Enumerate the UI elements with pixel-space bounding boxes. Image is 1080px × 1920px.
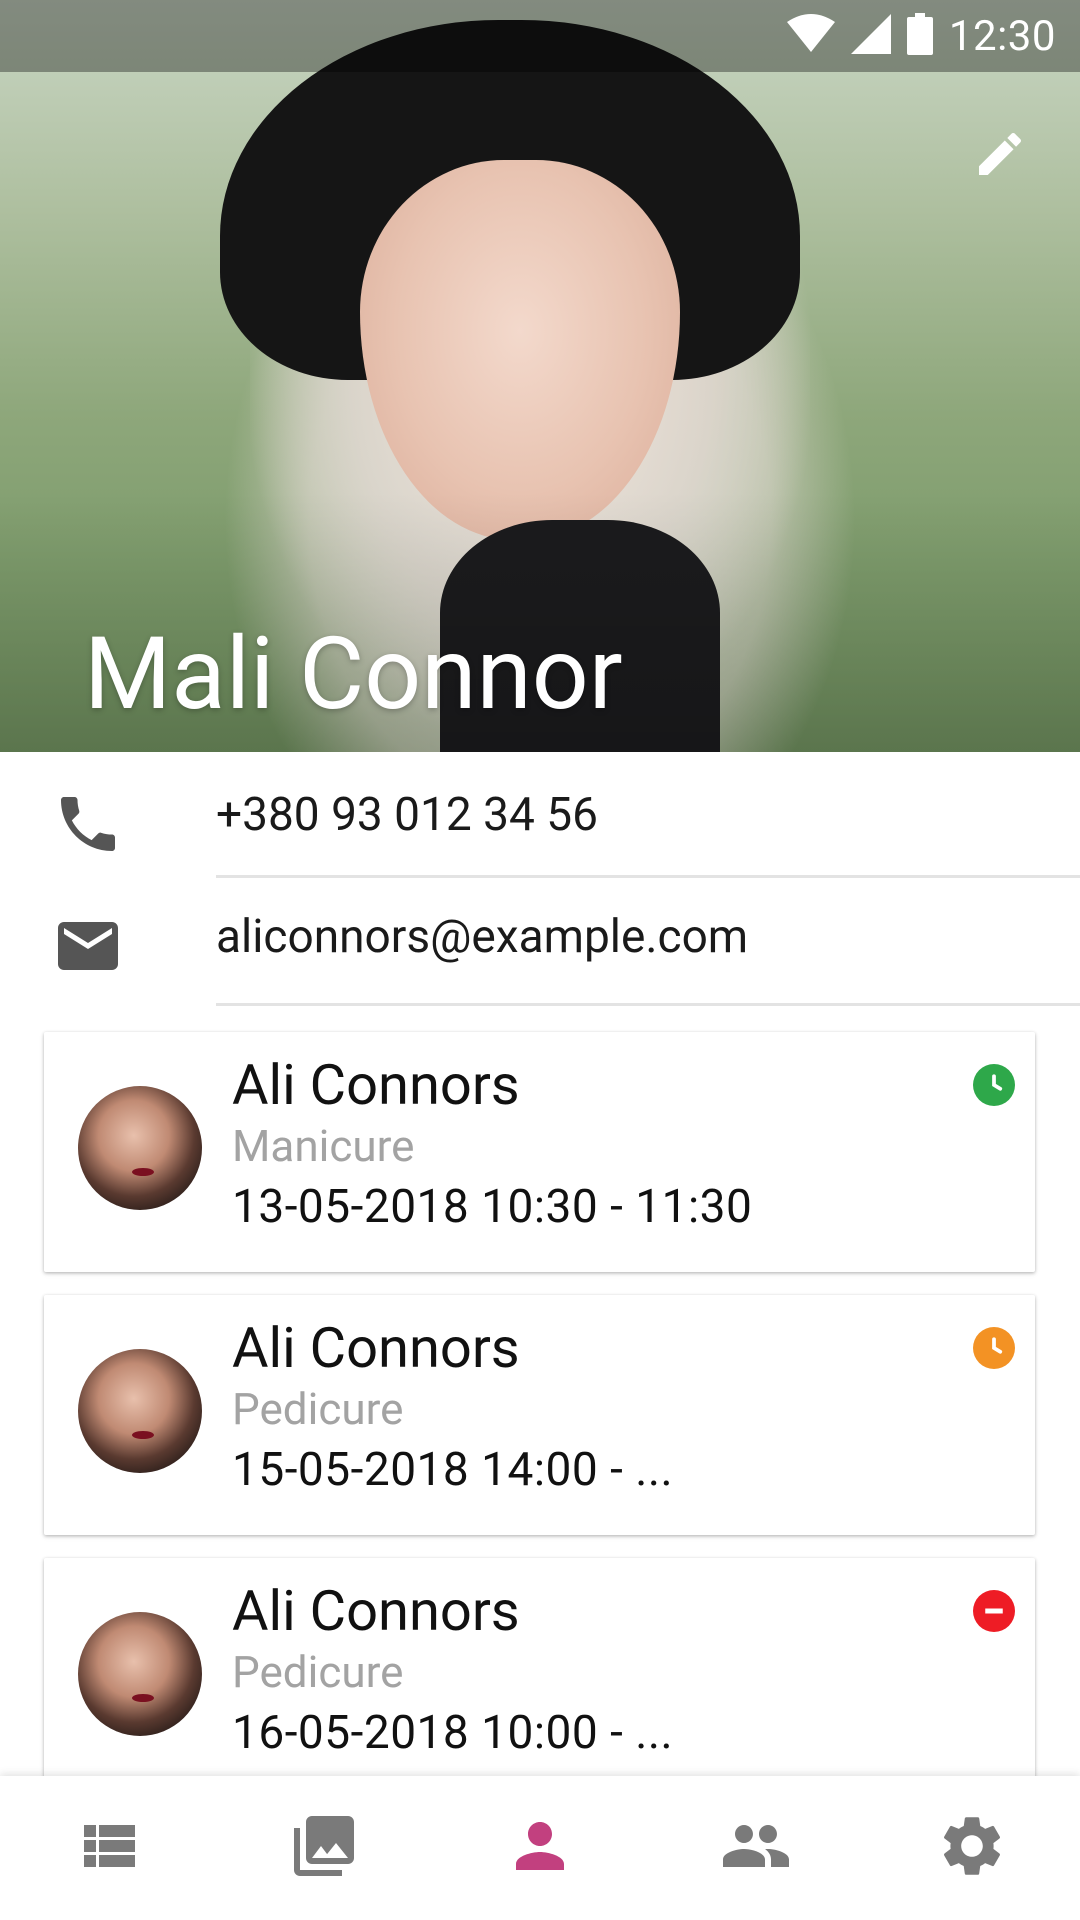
nav-group[interactable] [696, 1788, 816, 1908]
service-name: Manicure [232, 1120, 415, 1172]
battery-icon [906, 13, 933, 59]
appointment-time: 16-05-2018 10:00 - ... [232, 1706, 674, 1760]
mail-icon [52, 910, 124, 982]
bottom-navigation [0, 1776, 1080, 1920]
clock-icon [973, 1064, 1015, 1106]
avatar [78, 1086, 202, 1210]
gallery-icon [288, 1810, 360, 1886]
service-name: Pedicure [232, 1646, 404, 1698]
clock-icon [973, 1327, 1015, 1369]
phone-number: +380 93 012 34 56 [216, 788, 598, 842]
client-name: Ali Connors [232, 1052, 520, 1118]
settings-icon [936, 1810, 1008, 1886]
nav-gallery[interactable] [264, 1788, 384, 1908]
appointment-time: 15-05-2018 14:00 - ... [232, 1443, 674, 1497]
divider [216, 1003, 1080, 1006]
avatar [78, 1612, 202, 1736]
email-row[interactable]: aliconnors@example.com [0, 880, 1080, 1006]
appointment-card[interactable]: Ali Connors Manicure 13-05-2018 10:30 - … [44, 1032, 1035, 1272]
status-bar: 12:30 [0, 0, 1080, 72]
client-name: Ali Connors [232, 1315, 520, 1381]
list-icon [72, 1810, 144, 1886]
minus-circle-icon [973, 1590, 1015, 1632]
person-icon [504, 1810, 576, 1886]
signal-icon [850, 14, 891, 58]
profile-name: Mali Connor [84, 616, 623, 733]
phone-row[interactable]: +380 93 012 34 56 [0, 758, 1080, 878]
edit-icon [972, 126, 1028, 186]
edit-button[interactable] [956, 112, 1044, 200]
appointment-time: 13-05-2018 10:30 - 11:30 [232, 1180, 753, 1234]
wifi-icon [786, 14, 835, 58]
avatar [78, 1349, 202, 1473]
phone-icon [52, 788, 124, 860]
group-icon [716, 1810, 796, 1886]
divider [216, 875, 1080, 878]
nav-profile[interactable] [480, 1788, 600, 1908]
client-name: Ali Connors [232, 1578, 520, 1644]
nav-list[interactable] [48, 1788, 168, 1908]
email-address: aliconnors@example.com [216, 910, 749, 964]
appointment-card[interactable]: Ali Connors Pedicure 15-05-2018 14:00 - … [44, 1295, 1035, 1535]
service-name: Pedicure [232, 1383, 404, 1435]
status-time: 12:30 [948, 11, 1056, 61]
appointment-card[interactable]: Ali Connors Pedicure 16-05-2018 10:00 - … [44, 1558, 1035, 1798]
nav-settings[interactable] [912, 1788, 1032, 1908]
